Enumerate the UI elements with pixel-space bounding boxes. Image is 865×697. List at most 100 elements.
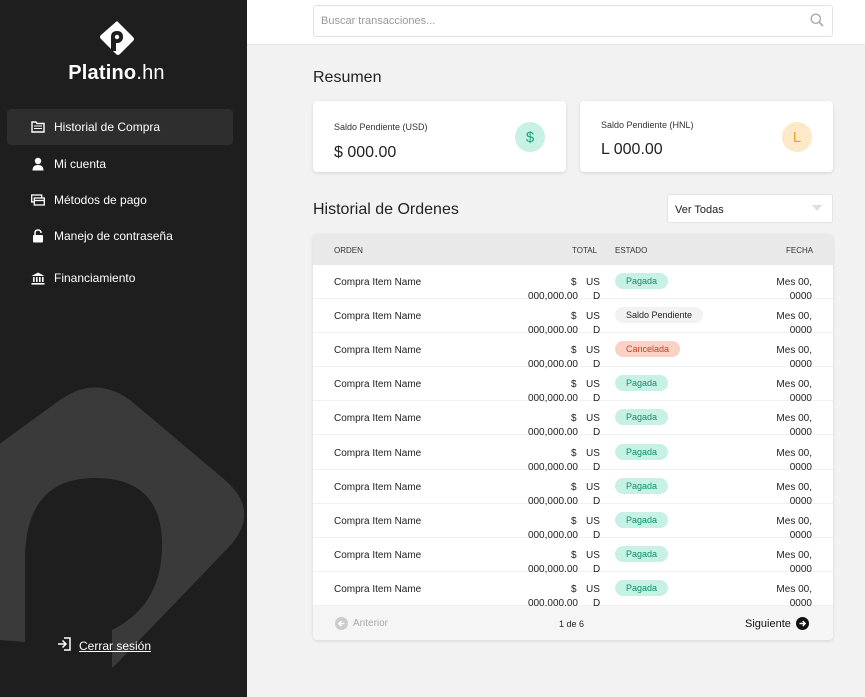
total-currency-code: US — [586, 516, 600, 527]
filter-selected-value: Ver Todas — [675, 204, 724, 216]
table-row[interactable]: Compra Item Name $000,000.00 US D Mes 00, 000… — [313, 436, 833, 473]
orders-table: ORDEN TOTAL ESTADO FECHA Compra Item Nam… — [313, 234, 833, 640]
total-currency-code: US — [586, 311, 600, 322]
total-currency: $ — [571, 413, 577, 424]
total-currency: $ — [571, 550, 577, 561]
sidebar-item-historial-de-compra[interactable]: Historial de Compra — [7, 109, 233, 145]
table-row[interactable]: Compra Item Name $000,000.00 US D Mes 00, 000… — [313, 538, 833, 575]
table-pagination: Anterior 1 de 6 Siguiente — [313, 606, 833, 640]
balance-label: Saldo Pendiente (HNL) — [601, 120, 694, 130]
total-currency-code: US — [586, 584, 600, 595]
sidebar-item-label: Métodos de pago — [54, 193, 147, 207]
order-date-month: Mes 00, — [776, 482, 812, 493]
status-badge: Pagada — [615, 580, 669, 596]
table-header: ORDEN TOTAL ESTADO FECHA — [313, 234, 833, 265]
order-name: Compra Item Name — [334, 482, 422, 493]
balance-value: $ 000.00 — [334, 144, 397, 161]
order-date-month: Mes 00, — [776, 550, 812, 561]
top-bar — [247, 0, 865, 45]
order-name: Compra Item Name — [334, 413, 422, 424]
table-row[interactable]: Compra Item Name $000,000.00 US D Mes 00, 000… — [313, 265, 833, 302]
user-icon — [31, 157, 45, 171]
total-currency-code: US — [586, 277, 600, 288]
table-row[interactable]: Compra Item Name $000,000.00 US D Mes 00, 000… — [313, 572, 833, 609]
table-row[interactable]: Compra Item Name $000,000.00 US D Mes 00, 000… — [313, 470, 833, 507]
status-badge: Pagada — [615, 273, 669, 289]
chevron-down-icon — [812, 205, 822, 211]
orders-filter-select[interactable]: Ver Todas — [667, 194, 833, 223]
order-name: Compra Item Name — [334, 550, 422, 561]
card-icon — [31, 193, 45, 207]
status-badge: Cancelada — [615, 341, 681, 357]
order-date-month: Mes 00, — [776, 516, 812, 527]
total-currency-code: US — [586, 482, 600, 493]
total-currency: $ — [571, 311, 577, 322]
order-date-month: Mes 00, — [776, 584, 812, 595]
total-currency: $ — [571, 379, 577, 390]
order-date-month: Mes 00, — [776, 379, 812, 390]
order-name: Compra Item Name — [334, 379, 422, 390]
sidebar-item-financiamiento[interactable]: Financiamiento — [7, 260, 233, 296]
table-row[interactable]: Compra Item Name $000,000.00 US D Mes 00, 000… — [313, 333, 833, 370]
table-row[interactable]: Compra Item Name $000,000.00 US D Mes 00, 000… — [313, 401, 833, 438]
lock-icon — [31, 229, 45, 243]
col-orden: ORDEN — [334, 246, 363, 255]
total-currency: $ — [571, 448, 577, 459]
table-row[interactable]: Compra Item Name $000,000.00 US D Mes 00, 000… — [313, 504, 833, 541]
prev-page-label: Anterior — [353, 618, 389, 629]
order-name: Compra Item Name — [334, 516, 422, 527]
next-page-button[interactable]: Siguiente — [745, 617, 809, 630]
search-input[interactable] — [313, 5, 833, 37]
sidebar-item-label: Financiamiento — [54, 271, 136, 285]
brand-watermark-shape — [0, 387, 245, 697]
status-badge: Pagada — [615, 444, 669, 460]
balance-card-hnl: Saldo Pendiente (HNL) L 000.00 L — [580, 101, 833, 172]
logout-label: Cerrar sesión — [79, 638, 152, 653]
brand-name: Platino.hn — [68, 62, 165, 84]
col-estado: ESTADO — [615, 246, 648, 255]
sidebar-item-label: Historial de Compra — [54, 120, 161, 134]
col-fecha: FECHA — [786, 246, 814, 255]
total-currency-code: US — [586, 345, 600, 356]
brand-logo-icon — [100, 21, 134, 55]
order-name: Compra Item Name — [334, 345, 422, 356]
balance-card-usd: Saldo Pendiente (USD) $ 000.00 $ — [313, 101, 566, 172]
next-page-label: Siguiente — [745, 617, 791, 630]
arrow-right-icon — [795, 617, 809, 630]
sidebar-item-label: Mi cuenta — [54, 157, 107, 171]
order-date-month: Mes 00, — [776, 413, 812, 424]
sidebar-item-mi-cuenta[interactable]: Mi cuenta — [7, 146, 233, 182]
prev-page-button[interactable]: Anterior — [335, 617, 388, 630]
logout-link[interactable]: Cerrar sesión — [57, 637, 151, 654]
order-name: Compra Item Name — [334, 277, 422, 288]
total-currency-code: US — [586, 379, 600, 390]
status-badge: Pagada — [615, 546, 669, 562]
order-date-month: Mes 00, — [776, 448, 812, 459]
col-total: TOTAL — [572, 246, 598, 255]
total-currency: $ — [571, 516, 577, 527]
sidebar-nav: Historial de Compra Mi cuenta Métodos de… — [7, 109, 233, 296]
search-icon[interactable] — [810, 13, 824, 27]
balance-value: L 000.00 — [601, 141, 663, 158]
status-badge: Pagada — [615, 512, 669, 528]
table-row[interactable]: Compra Item Name $000,000.00 US D Mes 00, 000… — [313, 299, 833, 336]
status-badge: Saldo Pendiente — [615, 307, 704, 323]
summary-title: Resumen — [313, 69, 382, 86]
total-currency-code: US — [586, 448, 600, 459]
order-date-month: Mes 00, — [776, 311, 812, 322]
sidebar-item-manejo-de-contrasena[interactable]: Manejo de contraseña — [7, 218, 233, 254]
order-name: Compra Item Name — [334, 311, 422, 322]
status-badge: Pagada — [615, 375, 669, 391]
total-currency: $ — [571, 584, 577, 595]
total-currency: $ — [571, 482, 577, 493]
order-date-month: Mes 00, — [776, 277, 812, 288]
table-row[interactable]: Compra Item Name $000,000.00 US D Mes 00, 000… — [313, 367, 833, 404]
total-currency: $ — [571, 345, 577, 356]
order-name: Compra Item Name — [334, 584, 422, 595]
status-badge: Pagada — [615, 409, 669, 425]
sidebar-item-label: Manejo de contraseña — [54, 229, 173, 243]
sidebar: Platino.hn Historial de Compra Mi cuenta… — [0, 0, 247, 697]
page-indicator: 1 de 6 — [559, 619, 585, 629]
total-currency-code: US — [586, 413, 600, 424]
sidebar-item-metodos-de-pago[interactable]: Métodos de pago — [7, 182, 233, 218]
